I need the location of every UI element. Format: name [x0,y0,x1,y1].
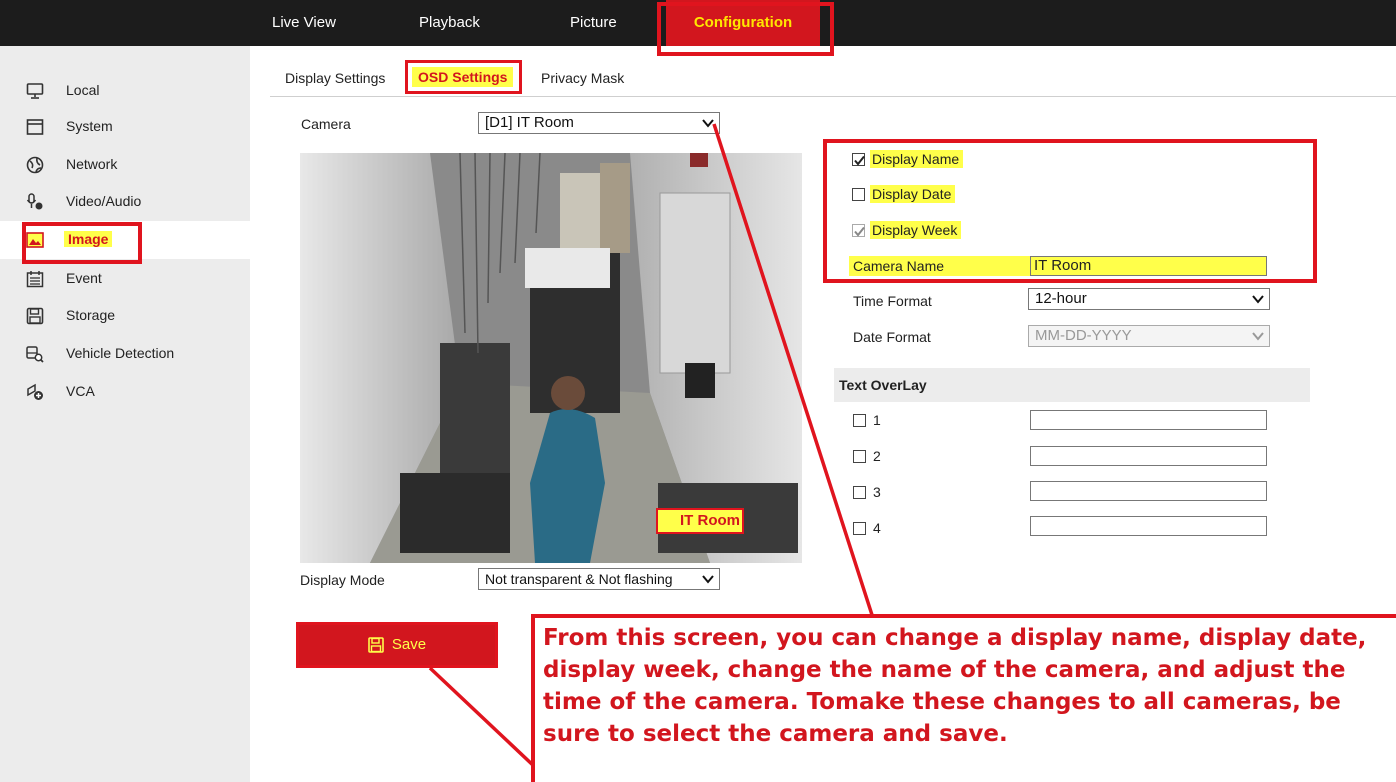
instruction-callout: From this screen, you can change a displ… [531,614,1396,782]
display-mode-select-value: Not transparent & Not flashing [485,571,673,587]
sidebar-item-label: Video/Audio [66,193,142,209]
microphone-icon [26,193,43,210]
annotation-box-osd-tab [405,60,522,94]
nav-live-view[interactable]: Live View [272,0,336,46]
save-icon [368,637,384,653]
text-overlay-2-input[interactable] [1030,446,1267,466]
text-overlay-4-label: 4 [873,520,881,536]
save-button[interactable]: Save [296,622,498,668]
monitor-icon [26,83,44,99]
text-overlay-3-checkbox[interactable] [853,486,866,499]
date-format-select-value: MM-DD-YYYY [1035,327,1132,344]
annotation-box-configuration [657,2,834,56]
globe-icon [26,156,44,174]
sidebar-item-vca[interactable]: VCA [0,373,250,411]
display-mode-label: Display Mode [300,572,385,588]
calendar-icon [26,271,44,288]
chevron-down-icon [1252,295,1264,304]
time-format-select[interactable]: 12-hour [1028,288,1270,310]
callout-line-3: time of the camera. Tomake these changes… [543,689,1341,715]
text-overlay-2-label: 2 [873,448,881,464]
text-overlay-1-label: 1 [873,412,881,428]
sidebar-item-event[interactable]: Event [0,260,250,298]
system-icon [26,119,44,135]
text-overlay-4-input[interactable] [1030,516,1267,536]
sidebar-item-label: Vehicle Detection [66,345,175,361]
text-overlay-2-checkbox[interactable] [853,450,866,463]
nav-picture[interactable]: Picture [570,0,617,46]
tab-privacy-mask[interactable]: Privacy Mask [541,70,624,86]
vehicle-search-icon [26,346,44,363]
camera-preview[interactable] [300,153,802,563]
sidebar-item-storage[interactable]: Storage [0,297,250,335]
sidebar-item-system[interactable]: System [0,108,250,146]
callout-line-2: display week, change the name of the cam… [543,657,1346,683]
camera-select[interactable]: [D1] IT Room [478,112,720,134]
sidebar-item-label: Storage [66,307,116,323]
text-overlay-3-label: 3 [873,484,881,500]
sidebar-item-label: VCA [66,383,95,399]
time-format-label: Time Format [853,293,932,309]
nav-playback[interactable]: Playback [419,0,480,46]
callout-line-4: sure to select the camera and save. [543,721,1008,747]
annotation-box-osd-options [823,139,1317,283]
sidebar-item-label: Local [66,82,100,98]
save-button-label: Save [391,636,427,653]
callout-line-1: From this screen, you can change a displ… [543,625,1367,651]
sidebar-item-vehicle-detection[interactable]: Vehicle Detection [0,335,250,373]
text-overlay-3-input[interactable] [1030,481,1267,501]
text-overlay-1-checkbox[interactable] [853,414,866,427]
text-overlay-header: Text OverLay [834,368,1310,402]
tab-display-settings[interactable]: Display Settings [285,70,385,86]
annotation-line-save [428,666,538,770]
sidebar-item-network[interactable]: Network [0,146,250,184]
chevron-down-icon [702,119,714,128]
disk-icon [26,307,44,325]
sidebar-item-video-audio[interactable]: Video/Audio [0,183,250,221]
annotation-box-image [22,222,142,264]
camera-label: Camera [301,116,351,132]
osd-camera-name-overlay[interactable]: IT Room [656,508,744,534]
chevron-down-icon [702,575,714,584]
vca-icon [27,383,43,400]
chevron-down-icon [1252,332,1264,341]
display-mode-select[interactable]: Not transparent & Not flashing [478,568,720,590]
camera-preview-image [300,153,802,563]
sidebar-item-local[interactable]: Local [0,72,250,110]
date-format-select[interactable]: MM-DD-YYYY [1028,325,1270,347]
time-format-select-value: 12-hour [1035,290,1087,307]
sidebar-item-label: Event [66,270,102,286]
text-overlay-1-input[interactable] [1030,410,1267,430]
text-overlay-4-checkbox[interactable] [853,522,866,535]
sidebar-item-label: Network [66,156,118,172]
camera-select-value: [D1] IT Room [485,114,574,131]
sidebar-item-label: System [66,118,113,134]
date-format-label: Date Format [853,329,931,345]
tab-divider [270,96,1396,97]
